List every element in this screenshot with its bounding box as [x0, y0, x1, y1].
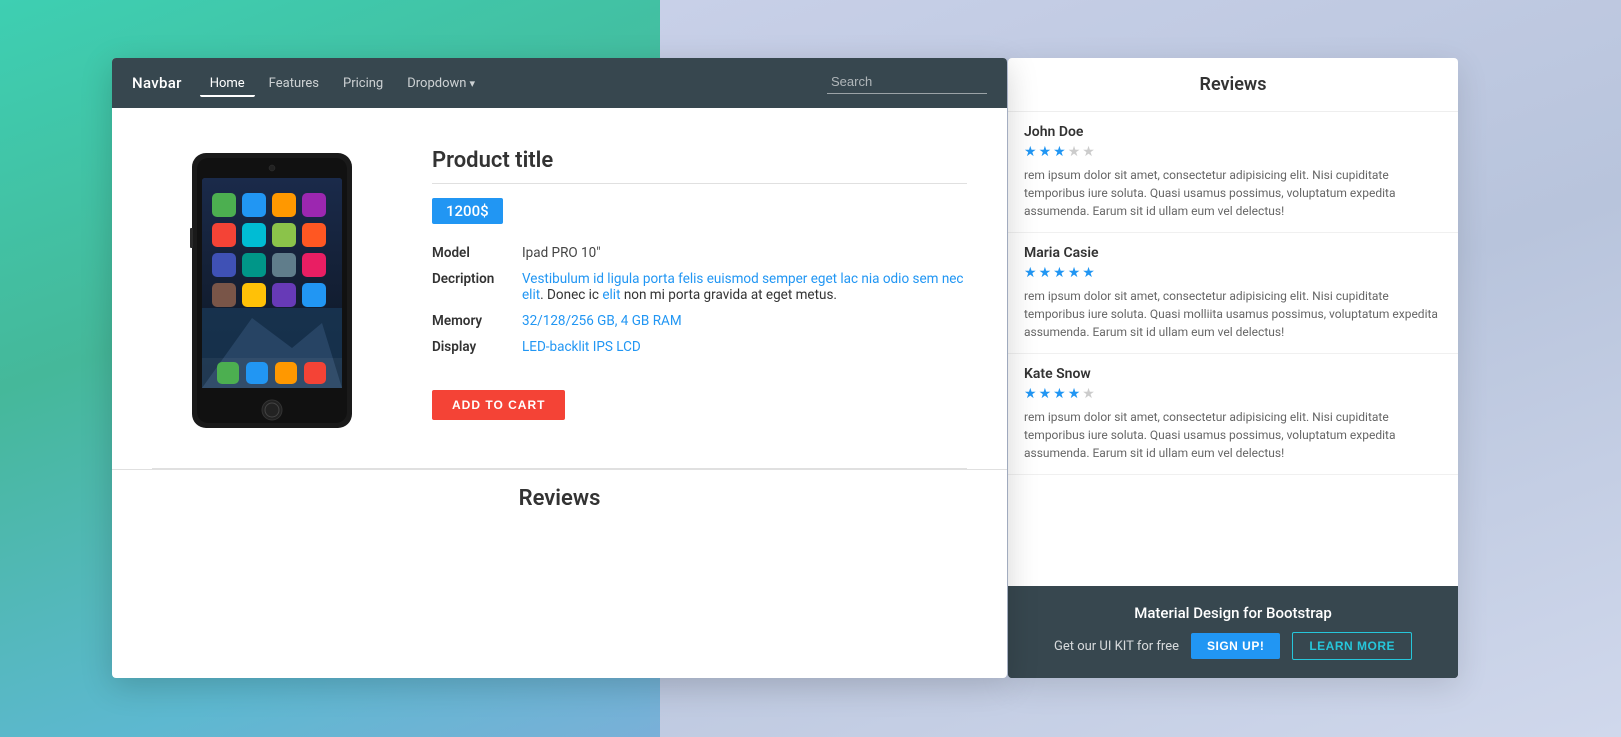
spec-label-memory: Memory [432, 308, 522, 334]
reviews-list: John Doe★★★★★rem ipsum dolor sit amet, c… [1008, 112, 1458, 475]
star-icon: ★ [1068, 386, 1081, 402]
navbar: Navbar Home Features Pricing Dropdown [112, 58, 1007, 108]
navbar-brand: Navbar [132, 74, 182, 92]
review-text: rem ipsum dolor sit amet, consectetur ad… [1024, 166, 1442, 220]
star-icon: ★ [1024, 265, 1037, 281]
reviews-heading: Reviews [152, 486, 967, 511]
star-rating: ★★★★★ [1024, 386, 1442, 402]
footer-get-text: Get our UI KIT for free [1054, 639, 1179, 654]
nav-links: Home Features Pricing Dropdown [200, 70, 827, 97]
star-icon: ★ [1082, 144, 1095, 160]
spec-row-model: Model Ipad PRO 10" [432, 240, 967, 266]
review-item: Kate Snow★★★★★rem ipsum dolor sit amet, … [1008, 354, 1458, 475]
review-text: rem ipsum dolor sit amet, consectetur ad… [1024, 408, 1442, 462]
star-icon: ★ [1068, 144, 1081, 160]
footer-cta-title: Material Design for Bootstrap [1134, 604, 1332, 622]
nav-link-dropdown[interactable]: Dropdown [397, 70, 485, 97]
nav-link-home[interactable]: Home [200, 70, 255, 97]
spec-value-description: Vestibulum id ligula porta felis euismod… [522, 266, 967, 308]
spec-value-display: LED-backlit IPS LCD [522, 334, 967, 360]
reviewer-name: Kate Snow [1024, 366, 1442, 382]
star-icon: ★ [1053, 265, 1066, 281]
star-icon: ★ [1068, 265, 1081, 281]
footer-signup-button[interactable]: SIGN UP! [1191, 633, 1280, 659]
price-badge: 1200$ [432, 198, 503, 224]
search-area [827, 72, 987, 94]
spec-table: Model Ipad PRO 10" Decription Vestibulum… [432, 240, 967, 360]
footer-learn-button[interactable]: LEARN MORE [1292, 632, 1412, 660]
spec-row-description: Decription Vestibulum id ligula porta fe… [432, 266, 967, 308]
reviewer-name: John Doe [1024, 124, 1442, 140]
star-rating: ★★★★★ [1024, 144, 1442, 160]
spec-value-memory: 32/128/256 GB, 4 GB RAM [522, 308, 967, 334]
product-details: Product title 1200$ Model Ipad PRO 10" D… [432, 138, 967, 420]
search-input[interactable] [827, 72, 987, 94]
spec-label-display: Display [432, 334, 522, 360]
nav-link-features[interactable]: Features [259, 70, 329, 97]
star-icon: ★ [1024, 144, 1037, 160]
star-icon: ★ [1082, 265, 1095, 281]
review-item: John Doe★★★★★rem ipsum dolor sit amet, c… [1008, 112, 1458, 233]
star-icon: ★ [1039, 265, 1052, 281]
reviews-section: Reviews [112, 469, 1007, 527]
spec-row-memory: Memory 32/128/256 GB, 4 GB RAM [432, 308, 967, 334]
spec-label-description: Decription [432, 266, 522, 308]
back-card: Reviews John Doe★★★★★rem ipsum dolor sit… [1008, 58, 1458, 678]
star-rating: ★★★★★ [1024, 265, 1442, 281]
product-image-area [152, 138, 392, 448]
spec-value-model: Ipad PRO 10" [522, 240, 967, 266]
add-to-cart-button[interactable]: ADD TO CART [432, 390, 565, 420]
product-image [162, 148, 382, 438]
star-icon: ★ [1053, 386, 1066, 402]
footer-cta: Material Design for Bootstrap Get our UI… [1008, 586, 1458, 678]
spec-label-model: Model [432, 240, 522, 266]
spec-row-display: Display LED-backlit IPS LCD [432, 334, 967, 360]
reviews-section-title: Reviews [1008, 58, 1458, 112]
star-icon: ★ [1024, 386, 1037, 402]
star-icon: ★ [1039, 144, 1052, 160]
product-section: Product title 1200$ Model Ipad PRO 10" D… [112, 108, 1007, 468]
title-divider [432, 183, 967, 184]
product-title: Product title [432, 148, 967, 173]
star-icon: ★ [1053, 144, 1066, 160]
reviewer-name: Maria Casie [1024, 245, 1442, 261]
footer-area: Material Design for Bootstrap Get our UI… [1008, 655, 1458, 678]
main-product-card: Navbar Home Features Pricing Dropdown [112, 58, 1007, 678]
review-item: Maria Casie★★★★★rem ipsum dolor sit amet… [1008, 233, 1458, 354]
review-text: rem ipsum dolor sit amet, consectetur ad… [1024, 287, 1442, 341]
star-icon: ★ [1039, 386, 1052, 402]
nav-link-pricing[interactable]: Pricing [333, 70, 393, 97]
star-icon: ★ [1082, 386, 1095, 402]
